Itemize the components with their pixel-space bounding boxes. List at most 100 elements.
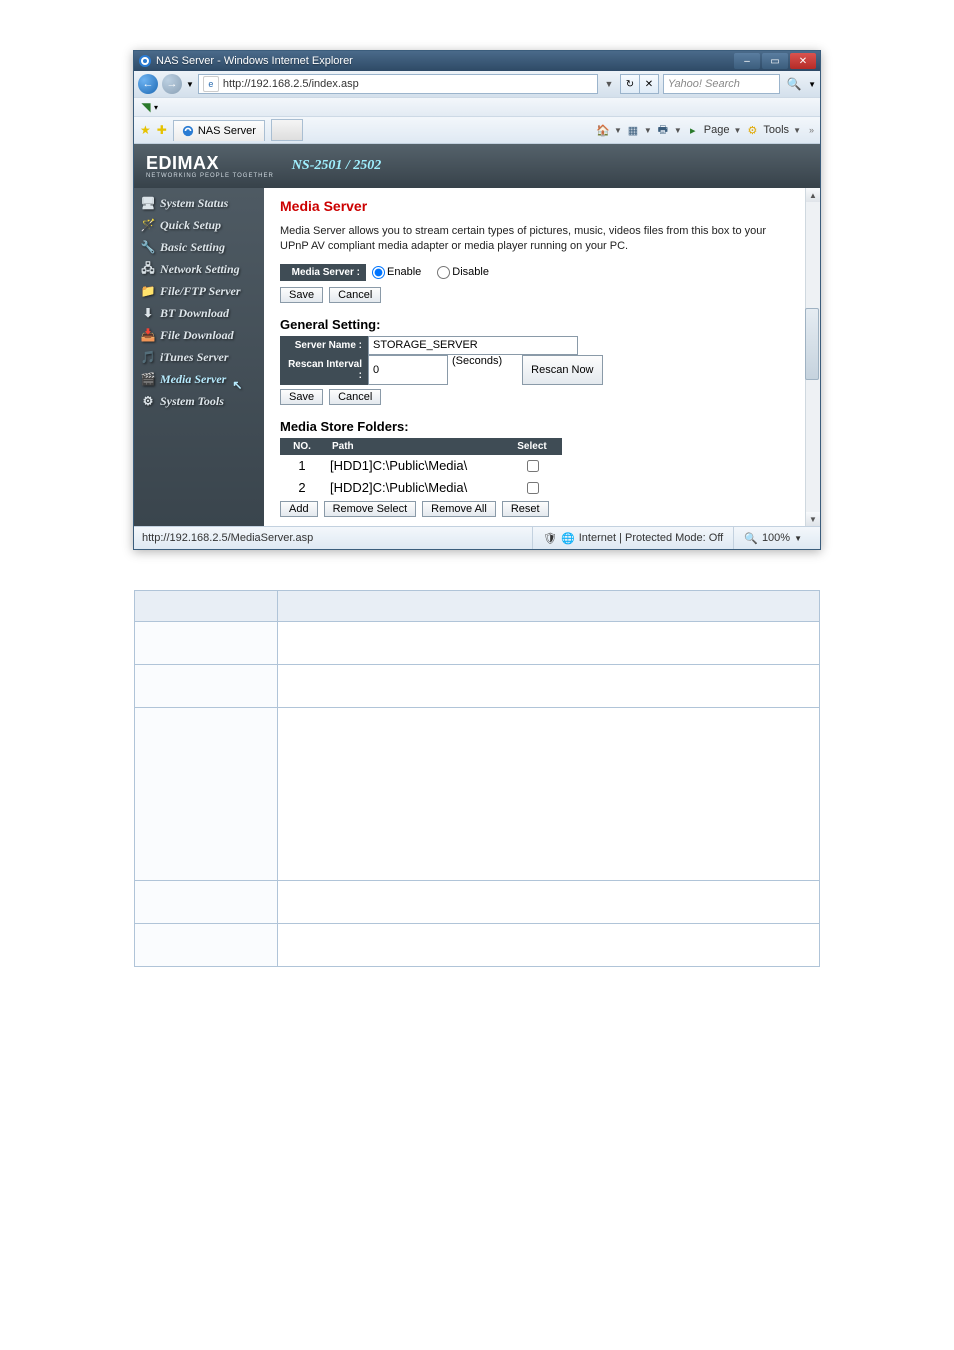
enable-radio-input[interactable] bbox=[372, 266, 385, 279]
sidebar-label: Basic Setting bbox=[160, 240, 225, 255]
security-zone[interactable]: 🛡 🌐 Internet | Protected Mode: Off bbox=[532, 527, 733, 549]
nav-back-button[interactable]: ← bbox=[138, 74, 158, 94]
brand-name: EDIMAX bbox=[146, 154, 274, 172]
shield-icon: 🛡 bbox=[543, 532, 557, 545]
wrench-icon: 🔧 bbox=[140, 239, 156, 255]
add-button[interactable]: Add bbox=[280, 501, 318, 517]
search-provider-dropdown[interactable]: ▼ bbox=[808, 80, 816, 89]
remove-all-button[interactable]: Remove All bbox=[422, 501, 496, 517]
favorites-icon[interactable]: ★ bbox=[140, 123, 151, 137]
address-input[interactable]: e http://192.168.2.5/index.asp bbox=[198, 74, 598, 94]
window-maximize-button[interactable]: ▭ bbox=[762, 53, 788, 69]
print-icon[interactable]: 🖶 bbox=[656, 123, 670, 137]
sidebar-label: File/FTP Server bbox=[160, 284, 241, 299]
sidebar-item-file-ftp[interactable]: 📁 File/FTP Server bbox=[134, 280, 264, 302]
status-url: http://192.168.2.5/MediaServer.asp bbox=[142, 532, 313, 544]
reset-button[interactable]: Reset bbox=[502, 501, 549, 517]
row-path: [HDD2]C:\Public\Media\ bbox=[324, 477, 502, 499]
home-icon[interactable]: 🏠 bbox=[596, 123, 610, 137]
search-placeholder: Yahoo! Search bbox=[668, 78, 740, 90]
add-favorite-icon[interactable]: ✚ bbox=[157, 123, 167, 137]
sidebar-item-system-tools[interactable]: ⚙System Tools bbox=[134, 390, 264, 412]
monitor-icon: 🖥 bbox=[140, 195, 156, 211]
save-button-2[interactable]: Save bbox=[280, 389, 323, 405]
rescan-label: Rescan Interval : bbox=[280, 355, 368, 385]
sidebar-label: System Status bbox=[160, 196, 228, 211]
refresh-button[interactable]: ↻ bbox=[621, 75, 640, 93]
download-icon: ⬇ bbox=[140, 305, 156, 321]
row-path: [HDD1]C:\Public\Media\ bbox=[324, 455, 502, 477]
ie-favicon bbox=[138, 54, 152, 68]
feeds-icon[interactable]: ▦ bbox=[626, 123, 640, 137]
links-dropdown[interactable]: ▾ bbox=[154, 103, 158, 112]
stop-button[interactable]: ✕ bbox=[640, 75, 658, 93]
remove-select-button[interactable]: Remove Select bbox=[324, 501, 417, 517]
nav-forward-button[interactable]: → bbox=[162, 74, 182, 94]
search-go-button[interactable]: 🔍 bbox=[784, 75, 804, 93]
zoom-dropdown[interactable]: ▼ bbox=[794, 534, 802, 543]
row-select-checkbox[interactable] bbox=[527, 482, 539, 494]
page-title: Media Server bbox=[280, 198, 804, 214]
cancel-button[interactable]: Cancel bbox=[329, 287, 381, 303]
sidebar-item-network-setting[interactable]: 🖧 Network Setting bbox=[134, 258, 264, 280]
sidebar: 🖥 System Status 🪄Quick Setup 🔧 Basic Setti… bbox=[134, 188, 264, 526]
window-minimize-button[interactable]: ‒ bbox=[734, 53, 760, 69]
scrollbar[interactable]: ▲ ▼ bbox=[805, 188, 820, 526]
sidebar-label: iTunes Server bbox=[160, 350, 229, 365]
cancel-button-2[interactable]: Cancel bbox=[329, 389, 381, 405]
sidebar-item-basic-setting[interactable]: 🔧 Basic Setting bbox=[134, 236, 264, 258]
address-url-text: http://192.168.2.5/index.asp bbox=[223, 78, 359, 90]
window-close-button[interactable]: ✕ bbox=[790, 53, 816, 69]
rescan-now-button[interactable]: Rescan Now bbox=[522, 355, 602, 385]
sidebar-label: System Tools bbox=[160, 394, 224, 409]
new-tab-button[interactable] bbox=[271, 119, 303, 141]
disable-radio[interactable]: Disable bbox=[437, 266, 489, 279]
address-dropdown[interactable]: ▼ bbox=[602, 79, 616, 89]
folder-icon: 📁 bbox=[140, 283, 156, 299]
tools-menu[interactable]: Tools bbox=[763, 124, 789, 136]
brand-tagline: NETWORKING PEOPLE TOGETHER bbox=[146, 173, 274, 179]
refresh-stop-group: ↻ ✕ bbox=[620, 74, 659, 94]
folders-heading: Media Store Folders: bbox=[280, 419, 804, 434]
th-select: Select bbox=[502, 438, 562, 455]
server-name-input[interactable] bbox=[368, 336, 578, 355]
model-label: NS-2501 / 2502 bbox=[292, 158, 381, 174]
music-icon: 🎵 bbox=[140, 349, 156, 365]
sidebar-label: File Download bbox=[160, 328, 234, 343]
tab-bar: ★ ✚ NAS Server 🏠▼ ▦▼ 🖶▼ ▸ Page▼ ⚙ Tools▼… bbox=[134, 117, 820, 144]
browser-tab[interactable]: NAS Server bbox=[173, 120, 265, 141]
enable-label: Enable bbox=[387, 266, 421, 278]
sidebar-label: Quick Setup bbox=[160, 218, 221, 233]
address-bar-row: ← → ▼ e http://192.168.2.5/index.asp ▼ ↻… bbox=[134, 71, 820, 97]
tab-label: NAS Server bbox=[198, 125, 256, 137]
disable-radio-input[interactable] bbox=[437, 266, 450, 279]
page-menu[interactable]: Page bbox=[704, 124, 730, 136]
links-chevron-icon[interactable]: ◥ bbox=[138, 99, 154, 115]
brand-logo: EDIMAX NETWORKING PEOPLE TOGETHER bbox=[146, 154, 274, 179]
zoom-icon: 🔍 bbox=[744, 532, 758, 545]
scroll-down-button[interactable]: ▼ bbox=[806, 512, 820, 526]
sidebar-item-system-status[interactable]: 🖥 System Status bbox=[134, 192, 264, 214]
zoom-control[interactable]: 🔍 100% ▼ bbox=[733, 527, 812, 549]
sidebar-item-media-server[interactable]: 🎬Media Server↖ bbox=[134, 368, 264, 390]
content-pane: Media Server Media Server allows you to … bbox=[264, 188, 820, 526]
save-button[interactable]: Save bbox=[280, 287, 323, 303]
sidebar-label: Network Setting bbox=[160, 262, 240, 277]
search-input[interactable]: Yahoo! Search bbox=[663, 74, 780, 94]
server-name-label: Server Name : bbox=[280, 336, 368, 355]
nav-history-dropdown[interactable]: ▼ bbox=[186, 80, 194, 89]
sidebar-item-bt-download[interactable]: ⬇BT Download bbox=[134, 302, 264, 324]
enable-radio[interactable]: Enable bbox=[372, 266, 421, 279]
rescan-input[interactable] bbox=[368, 355, 448, 385]
table-row: 1 [HDD1]C:\Public\Media\ bbox=[280, 455, 562, 477]
scroll-thumb[interactable] bbox=[805, 308, 819, 380]
window-title-bar: NAS Server - Windows Internet Explorer ‒… bbox=[134, 51, 820, 71]
sidebar-item-itunes[interactable]: 🎵 iTunes Server bbox=[134, 346, 264, 368]
scroll-up-button[interactable]: ▲ bbox=[806, 188, 820, 202]
network-icon: 🖧 bbox=[140, 261, 156, 277]
sidebar-item-file-download[interactable]: 📥File Download bbox=[134, 324, 264, 346]
zoom-value: 100% bbox=[762, 532, 790, 544]
row-select-checkbox[interactable] bbox=[527, 460, 539, 472]
page-menu-icon: ▸ bbox=[686, 123, 700, 137]
sidebar-item-quick-setup[interactable]: 🪄Quick Setup bbox=[134, 214, 264, 236]
